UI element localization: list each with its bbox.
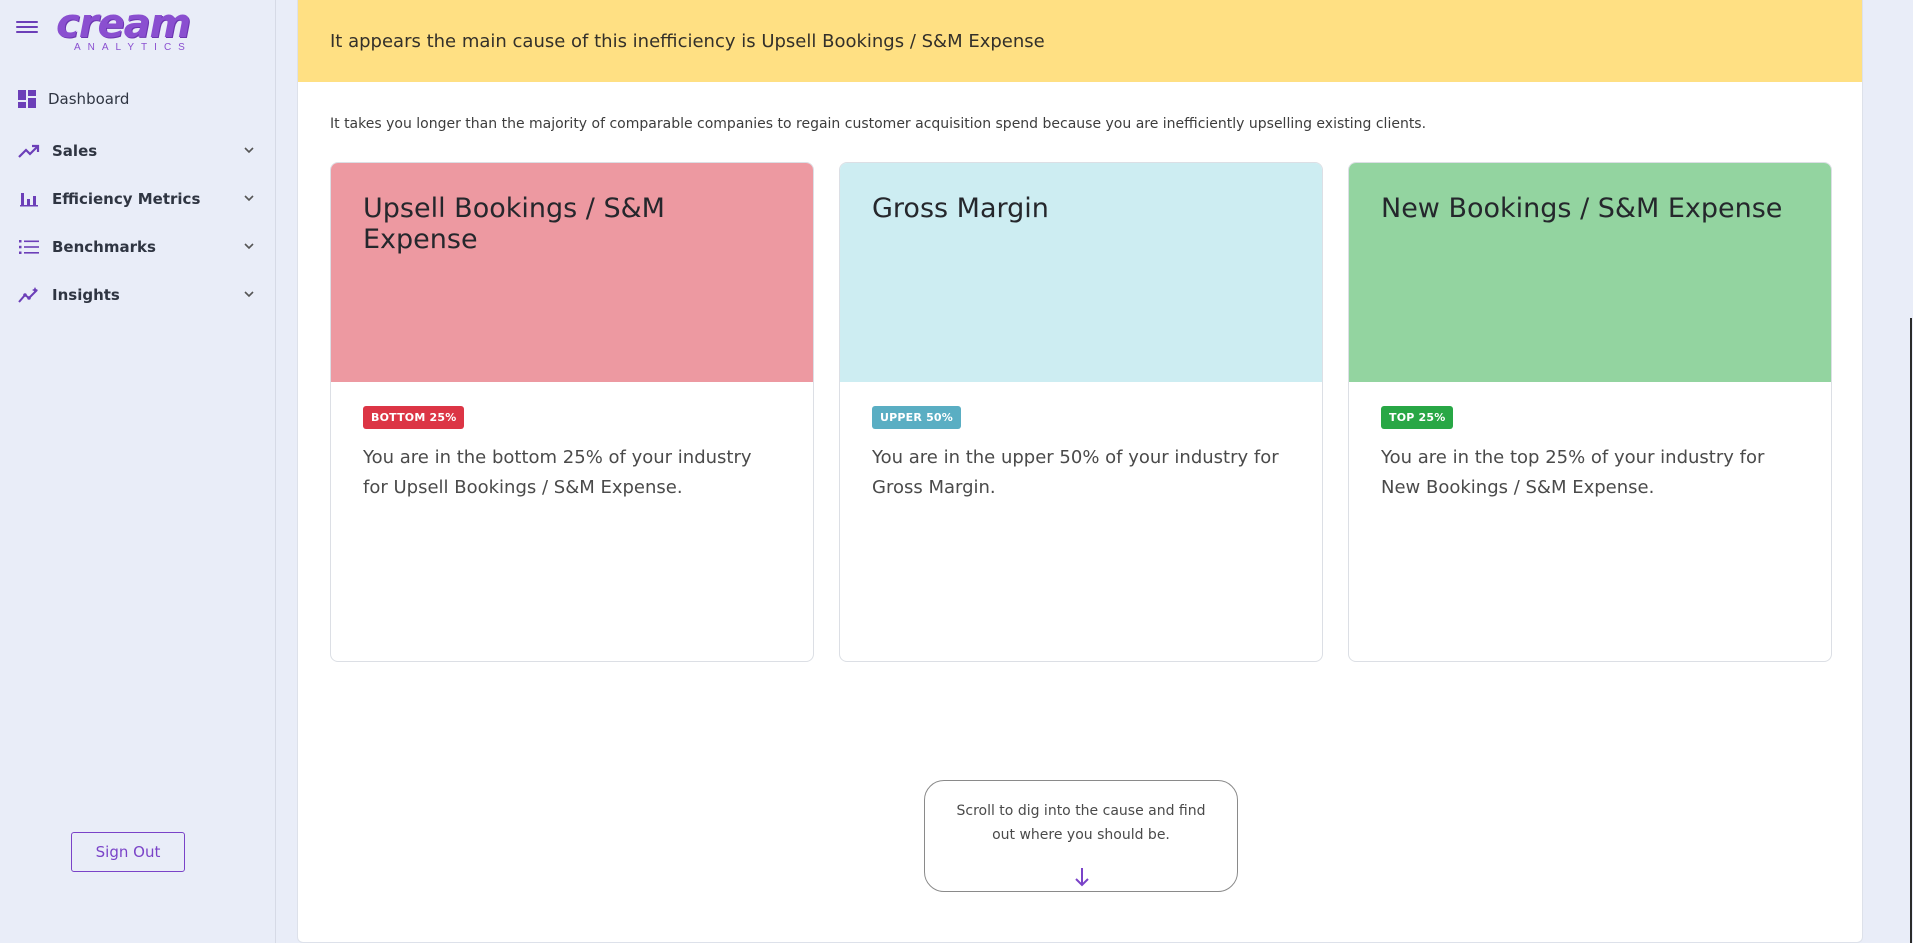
arrow-down-icon [1075,868,1089,887]
sidebar-item-label: Sales [52,142,98,160]
main-panel: It appears the main cause of this ineffi… [297,0,1863,943]
scrollbar-edge [1910,318,1912,943]
sidebar: cream ANALYTICS Dashboard Sales Efficien… [0,0,276,943]
card-title: Upsell Bookings / S&M Expense [363,193,665,255]
sidebar-item-label: Benchmarks [52,238,156,256]
card-body: UPPER 50% You are in the upper 50% of yo… [840,382,1322,527]
status-badge: BOTTOM 25% [363,406,465,429]
logo-subtitle: ANALYTICS [74,42,192,53]
card-header: Upsell Bookings / S&M Expense [331,163,813,382]
chevron-down-icon [244,147,254,154]
card-title: New Bookings / S&M Expense [1381,193,1783,224]
sidebar-item-dashboard[interactable]: Dashboard [0,79,276,119]
sidebar-item-insights[interactable]: Insights [0,275,276,315]
logo-word: cream [56,1,191,47]
sidebar-item-label: Efficiency Metrics [52,190,201,208]
card-header: Gross Margin [840,163,1322,382]
card-body: TOP 25% You are in the top 25% of your i… [1349,382,1831,527]
cause-alert: It appears the main cause of this ineffi… [298,0,1862,82]
status-badge: TOP 25% [1381,406,1454,429]
card-text: You are in the upper 50% of your industr… [872,447,1279,498]
sidebar-item-label: Dashboard [48,90,130,108]
card-text: You are in the top 25% of your industry … [1381,447,1765,498]
status-badge: UPPER 50% [872,406,961,429]
scroll-hint[interactable]: Scroll to dig into the cause and find ou… [924,780,1238,892]
list-icon [18,236,40,258]
dashboard-icon [16,88,38,110]
metric-card-upsell: Upsell Bookings / S&M Expense BOTTOM 25%… [330,162,814,662]
sidebar-item-sales[interactable]: Sales [0,131,276,171]
metric-card-gross-margin: Gross Margin UPPER 50% You are in the up… [839,162,1323,662]
scroll-hint-text: Scroll to dig into the cause and find ou… [956,803,1206,843]
chevron-down-icon [244,195,254,202]
sidebar-item-efficiency-metrics[interactable]: Efficiency Metrics [0,179,276,219]
card-title: Gross Margin [872,193,1049,224]
alert-text: It appears the main cause of this ineffi… [330,30,1045,52]
logo[interactable]: cream ANALYTICS [56,4,226,56]
metric-card-new-bookings: New Bookings / S&M Expense TOP 25% You a… [1348,162,1832,662]
card-header: New Bookings / S&M Expense [1349,163,1831,382]
trending-up-icon [18,140,40,162]
chevron-down-icon [244,291,254,298]
sidebar-item-label: Insights [52,286,120,304]
sign-out-button[interactable]: Sign Out [71,832,185,872]
chevron-down-icon [244,243,254,250]
card-text: You are in the bottom 25% of your indust… [363,447,752,498]
menu-icon[interactable] [16,18,38,36]
bar-chart-icon [18,188,40,210]
insights-icon [18,284,40,306]
card-body: BOTTOM 25% You are in the bottom 25% of … [331,382,813,527]
sidebar-item-benchmarks[interactable]: Benchmarks [0,227,276,267]
description: It takes you longer than the majority of… [330,116,1427,132]
